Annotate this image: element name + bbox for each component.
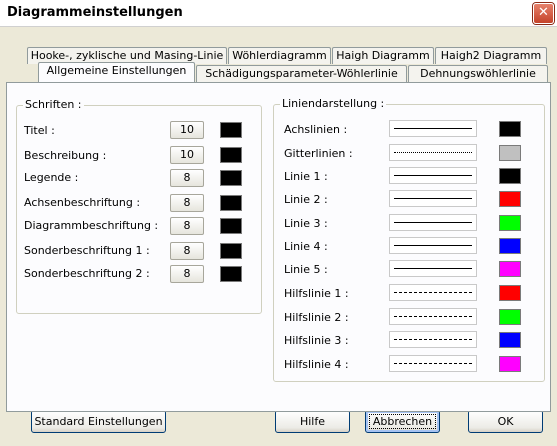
line-color-swatch-gitterlinien[interactable] xyxy=(499,145,521,161)
font-label-achsenbeschriftung: Achsenbeschriftung : xyxy=(24,196,141,209)
line-preview xyxy=(394,222,472,223)
font-color-swatch-achsenbeschriftung[interactable] xyxy=(220,195,242,211)
lines-group-title: Liniendarstellung : xyxy=(280,97,387,110)
line-preview xyxy=(394,292,472,293)
line-style-linie-5[interactable] xyxy=(389,260,477,277)
line-preview xyxy=(394,316,472,317)
line-preview xyxy=(394,363,472,364)
line-style-linie-1[interactable] xyxy=(389,167,477,184)
cancel-button-label: Abbrechen xyxy=(368,414,437,429)
line-style-linie-4[interactable] xyxy=(389,237,477,254)
line-preview xyxy=(394,175,472,176)
font-label-sonderbeschriftung-1: Sonderbeschriftung 1 : xyxy=(24,244,150,257)
close-icon: ✕ xyxy=(538,5,549,20)
title-bar: Diagrammeinstellungen ✕ xyxy=(0,0,557,27)
line-style-linie-3[interactable] xyxy=(389,214,477,231)
dialog-client: Hooke-, zyklische und Masing-Linie Wöhle… xyxy=(0,27,557,446)
line-label-achslinien: Achslinien : xyxy=(284,123,348,136)
line-preview xyxy=(394,245,472,246)
line-color-swatch-achslinien[interactable] xyxy=(499,121,521,137)
cancel-button[interactable]: Abbrechen xyxy=(365,410,440,433)
line-color-swatch-linie-5[interactable] xyxy=(499,261,521,277)
line-style-gitterlinien[interactable] xyxy=(389,144,477,161)
line-preview xyxy=(394,128,472,129)
line-color-swatch-hilfslinie-3[interactable] xyxy=(499,332,521,348)
line-style-hilfslinie-4[interactable] xyxy=(389,355,477,372)
font-color-swatch-beschreibung[interactable] xyxy=(220,147,242,163)
ok-button[interactable]: OK xyxy=(468,410,543,433)
line-color-swatch-linie-2[interactable] xyxy=(499,191,521,207)
close-button[interactable]: ✕ xyxy=(533,3,554,24)
font-size-button-beschreibung[interactable]: 10 xyxy=(170,146,204,164)
font-size-button-legende[interactable]: 8 xyxy=(170,169,204,187)
tab-schaedigungsparameter-woehlerlinie[interactable]: Schädigungsparameter-Wöhlerlinie xyxy=(196,65,407,82)
font-label-legende: Legende : xyxy=(24,171,79,184)
tab-haigh-diagramm[interactable]: Haigh Diagramm xyxy=(332,47,434,64)
line-label-linie-3: Linie 3 : xyxy=(284,217,328,230)
tab-panel: Schriften : Liniendarstellung : Titel : … xyxy=(6,82,551,412)
window-title: Diagrammeinstellungen xyxy=(7,5,183,20)
tab-haigh2-diagramm[interactable]: Haigh2 Diagramm xyxy=(435,47,547,64)
font-size-button-sonderbeschriftung-2[interactable]: 8 xyxy=(170,265,204,283)
standard-settings-button[interactable]: Standard Einstellungen xyxy=(31,410,166,433)
tab-allgemeine-einstellungen[interactable]: Allgemeine Einstellungen xyxy=(38,62,195,82)
line-preview xyxy=(394,339,472,340)
line-preview xyxy=(394,152,472,153)
font-label-beschreibung: Beschreibung : xyxy=(24,149,107,162)
font-color-swatch-sonderbeschriftung-2[interactable] xyxy=(220,266,242,282)
fonts-group-title: Schriften : xyxy=(23,98,84,111)
line-style-hilfslinie-2[interactable] xyxy=(389,308,477,325)
line-color-swatch-linie-3[interactable] xyxy=(499,215,521,231)
font-size-button-diagrammbeschriftung[interactable]: 8 xyxy=(170,217,204,235)
tab-label: Allgemeine Einstellungen xyxy=(46,64,187,77)
tab-woehlerdiagramm[interactable]: Wöhlerdiagramm xyxy=(228,47,331,64)
font-size-button-sonderbeschriftung-1[interactable]: 8 xyxy=(170,242,204,260)
line-label-hilfslinie-3: Hilfslinie 3 : xyxy=(284,334,349,347)
line-color-swatch-linie-1[interactable] xyxy=(499,168,521,184)
tab-label: Hooke-, zyklische und Masing-Linie xyxy=(30,49,224,62)
font-label-sonderbeschriftung-2: Sonderbeschriftung 2 : xyxy=(24,267,150,280)
tab-label: Dehnungswöhlerlinie xyxy=(420,67,536,80)
tab-label: Haigh Diagramm xyxy=(336,49,430,62)
font-color-swatch-titel[interactable] xyxy=(220,122,242,138)
font-color-swatch-legende[interactable] xyxy=(220,170,242,186)
line-style-hilfslinie-3[interactable] xyxy=(389,331,477,348)
tab-dehnungswoehlerlinie[interactable]: Dehnungswöhlerlinie xyxy=(408,65,548,82)
line-color-swatch-hilfslinie-1[interactable] xyxy=(499,285,521,301)
line-style-hilfslinie-1[interactable] xyxy=(389,284,477,301)
line-label-linie-2: Linie 2 : xyxy=(284,193,328,206)
font-color-swatch-diagrammbeschriftung[interactable] xyxy=(220,218,242,234)
line-color-swatch-hilfslinie-4[interactable] xyxy=(499,356,521,372)
line-color-swatch-linie-4[interactable] xyxy=(499,238,521,254)
tab-label: Haigh2 Diagramm xyxy=(440,49,542,62)
tab-label: Wöhlerdiagramm xyxy=(232,49,327,62)
line-preview xyxy=(394,198,472,199)
font-color-swatch-sonderbeschriftung-1[interactable] xyxy=(220,243,242,259)
line-label-linie-1: Linie 1 : xyxy=(284,170,328,183)
font-size-button-titel[interactable]: 10 xyxy=(170,121,204,139)
line-preview xyxy=(394,268,472,269)
line-label-linie-4: Linie 4 : xyxy=(284,240,328,253)
line-label-hilfslinie-4: Hilfslinie 4 : xyxy=(284,358,349,371)
line-style-linie-2[interactable] xyxy=(389,190,477,207)
line-label-hilfslinie-1: Hilfslinie 1 : xyxy=(284,287,349,300)
tab-label: Schädigungsparameter-Wöhlerlinie xyxy=(205,67,398,80)
line-label-hilfslinie-2: Hilfslinie 2 : xyxy=(284,311,349,324)
line-color-swatch-hilfslinie-2[interactable] xyxy=(499,309,521,325)
font-size-button-achsenbeschriftung[interactable]: 8 xyxy=(170,194,204,212)
line-label-gitterlinien: Gitterlinien : xyxy=(284,147,353,160)
font-label-diagrammbeschriftung: Diagrammbeschriftung : xyxy=(24,219,159,232)
line-label-linie-5: Linie 5 : xyxy=(284,263,328,276)
line-style-achslinien[interactable] xyxy=(389,120,477,137)
font-label-titel: Titel : xyxy=(24,124,55,137)
help-button[interactable]: Hilfe xyxy=(275,410,350,433)
